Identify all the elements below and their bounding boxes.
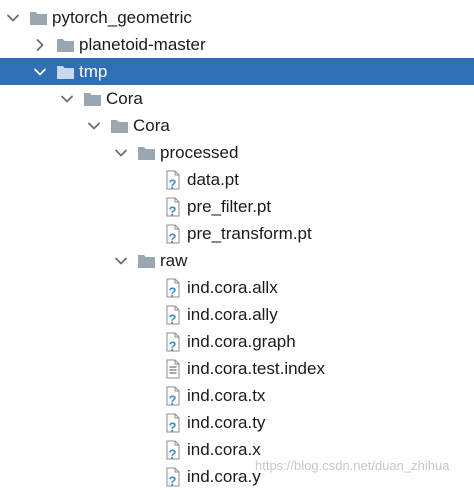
tree-row-label: Cora xyxy=(133,116,170,135)
tree-row-label: raw xyxy=(160,251,188,270)
tree-row-label: ind.cora.tx xyxy=(187,386,266,405)
svg-text:?: ? xyxy=(169,473,177,487)
tree-row-label: ind.cora.allx xyxy=(187,278,278,297)
chevron-down-icon[interactable] xyxy=(30,58,50,85)
unknown-file-icon: ? xyxy=(163,436,183,463)
folder-icon xyxy=(136,139,156,166)
chevron-down-icon[interactable] xyxy=(84,112,104,139)
tree-row-pre-filter-pt[interactable]: ? pre_filter.pt xyxy=(0,193,474,220)
folder-icon xyxy=(28,4,48,31)
svg-text:?: ? xyxy=(169,311,177,325)
tree-row-label: tmp xyxy=(79,62,108,81)
folder-icon xyxy=(136,247,156,274)
svg-text:?: ? xyxy=(169,176,177,190)
unknown-file-icon: ? xyxy=(163,301,183,328)
chevron-down-icon[interactable] xyxy=(57,85,77,112)
unknown-file-icon: ? xyxy=(163,166,183,193)
svg-text:?: ? xyxy=(169,392,177,406)
unknown-file-icon: ? xyxy=(163,220,183,247)
svg-text:?: ? xyxy=(169,446,177,460)
unknown-file-icon: ? xyxy=(163,328,183,355)
tree-row-ind-cora-test-index[interactable]: ind.cora.test.index xyxy=(0,355,474,382)
chevron-down-icon[interactable] xyxy=(111,139,131,166)
tree-row-cora[interactable]: Cora xyxy=(0,112,474,139)
folder-icon xyxy=(55,31,75,58)
tree-row-label: data.pt xyxy=(187,170,239,189)
project-tree: pytorch_geometric planetoid-master tmp Cora… xyxy=(0,4,474,490)
folder-icon xyxy=(82,85,102,112)
tree-row-label: ind.cora.ty xyxy=(187,413,266,432)
svg-text:?: ? xyxy=(169,338,177,352)
tree-row-label: Cora xyxy=(106,89,143,108)
tree-row-cora[interactable]: Cora xyxy=(0,85,474,112)
tree-row-data-pt[interactable]: ? data.pt xyxy=(0,166,474,193)
tree-row-pytorch-geometric[interactable]: pytorch_geometric xyxy=(0,4,474,31)
tree-row-label: ind.cora.x xyxy=(187,440,261,459)
tree-row-label: pytorch_geometric xyxy=(52,8,192,27)
tree-row-processed[interactable]: processed xyxy=(0,139,474,166)
tree-row-planetoid-master[interactable]: planetoid-master xyxy=(0,31,474,58)
tree-row-label: ind.cora.ally xyxy=(187,305,278,324)
tree-row-label: planetoid-master xyxy=(79,35,206,54)
unknown-file-icon: ? xyxy=(163,409,183,436)
unknown-file-icon: ? xyxy=(163,382,183,409)
chevron-down-icon[interactable] xyxy=(111,247,131,274)
folder-icon xyxy=(109,112,129,139)
tree-row-ind-cora-allx[interactable]: ? ind.cora.allx xyxy=(0,274,474,301)
tree-row-label: processed xyxy=(160,143,239,162)
tree-row-label: ind.cora.graph xyxy=(187,332,296,351)
tree-row-label: pre_filter.pt xyxy=(187,197,272,216)
unknown-file-icon: ? xyxy=(163,193,183,220)
text-file-icon xyxy=(163,355,183,382)
tree-row-label: ind.cora.test.index xyxy=(187,359,325,378)
tree-row-label: ind.cora.y xyxy=(187,467,261,486)
chevron-down-icon[interactable] xyxy=(3,4,23,31)
tree-row-raw[interactable]: raw xyxy=(0,247,474,274)
watermark-text: https://blog.csdn.net/duan_zhihua xyxy=(255,458,450,473)
svg-text:?: ? xyxy=(169,230,177,244)
svg-text:?: ? xyxy=(169,419,177,433)
unknown-file-icon: ? xyxy=(163,463,183,490)
folder-icon xyxy=(55,58,75,85)
tree-row-tmp[interactable]: tmp xyxy=(0,58,474,85)
svg-text:?: ? xyxy=(169,203,177,217)
tree-row-ind-cora-ally[interactable]: ? ind.cora.ally xyxy=(0,301,474,328)
svg-text:?: ? xyxy=(169,284,177,298)
tree-row-ind-cora-graph[interactable]: ? ind.cora.graph xyxy=(0,328,474,355)
chevron-right-icon[interactable] xyxy=(30,31,50,58)
tree-row-label: pre_transform.pt xyxy=(187,224,312,243)
tree-row-ind-cora-ty[interactable]: ? ind.cora.ty xyxy=(0,409,474,436)
tree-row-ind-cora-tx[interactable]: ? ind.cora.tx xyxy=(0,382,474,409)
tree-row-pre-transform-pt[interactable]: ? pre_transform.pt xyxy=(0,220,474,247)
unknown-file-icon: ? xyxy=(163,274,183,301)
